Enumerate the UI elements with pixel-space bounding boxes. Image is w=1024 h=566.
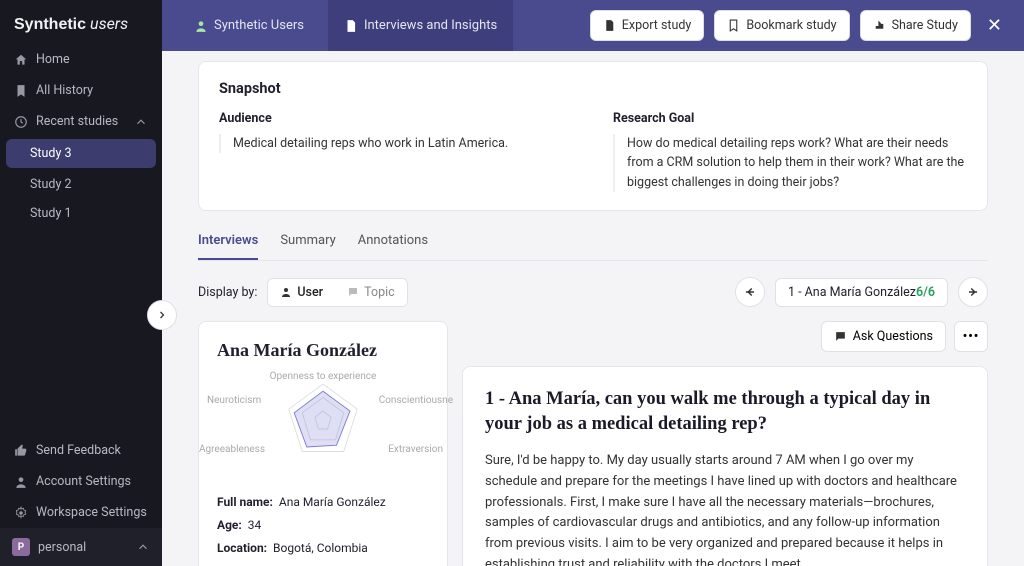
nav-feedback[interactable]: Send Feedback bbox=[0, 435, 162, 466]
interview-count: 6/6 bbox=[916, 285, 935, 300]
content-scroll[interactable]: Snapshot Audience Medical detailing reps… bbox=[162, 51, 1024, 566]
users-icon bbox=[194, 19, 208, 33]
trait-a: Agreeableness bbox=[199, 444, 265, 455]
chat-icon bbox=[347, 286, 359, 298]
display-topic-button[interactable]: Topic bbox=[335, 279, 407, 306]
snapshot-card: Snapshot Audience Medical detailing reps… bbox=[198, 61, 988, 211]
home-icon bbox=[14, 53, 28, 67]
thumbs-up-icon bbox=[14, 444, 28, 458]
profile-details: Full name: Ana María González Age: 34 Lo… bbox=[217, 491, 429, 566]
fullname-val: Ana María González bbox=[279, 495, 386, 509]
workspace-switcher[interactable]: P personal bbox=[0, 528, 162, 566]
bookmark-label: Bookmark study bbox=[746, 18, 836, 33]
goal-text: How do medical detailing reps work? What… bbox=[613, 134, 967, 192]
trait-o: Openness to experience bbox=[270, 371, 377, 382]
bookmark-icon bbox=[14, 84, 28, 98]
audience-text: Medical detailing reps who work in Latin… bbox=[219, 134, 573, 153]
interview-toolbar: Display by: User Topic bbox=[198, 277, 988, 307]
bookmark-button[interactable]: Bookmark study bbox=[714, 10, 849, 41]
chevron-up-icon bbox=[136, 540, 150, 554]
close-button[interactable]: ✕ bbox=[981, 15, 1008, 36]
nav-recent[interactable]: Recent studies bbox=[0, 106, 162, 137]
personality-radar: Openness to experience Conscientiousne E… bbox=[217, 375, 429, 475]
detail-tabs: Interviews Summary Annotations bbox=[198, 233, 988, 261]
arrow-right-icon bbox=[966, 285, 980, 299]
tab-interviews-sub[interactable]: Interviews bbox=[198, 233, 258, 260]
share-label: Share Study bbox=[892, 18, 958, 33]
tab-synthetic-users[interactable]: Synthetic Users bbox=[178, 0, 320, 51]
ask-label: Ask Questions bbox=[853, 329, 933, 344]
trait-n: Neuroticism bbox=[207, 395, 261, 406]
display-topic-label: Topic bbox=[364, 285, 395, 300]
display-user-button[interactable]: User bbox=[268, 279, 335, 306]
more-options-button[interactable]: ••• bbox=[954, 321, 988, 352]
share-icon bbox=[873, 19, 886, 32]
user-icon bbox=[280, 286, 292, 298]
nav-feedback-label: Send Feedback bbox=[36, 443, 121, 458]
next-interview-button[interactable] bbox=[958, 277, 988, 307]
question-title: 1 - Ana María, can you walk me through a… bbox=[485, 387, 965, 437]
chevron-up-icon bbox=[134, 115, 148, 129]
audience-heading: Audience bbox=[219, 111, 573, 126]
gear-icon bbox=[14, 506, 28, 520]
export-icon bbox=[603, 19, 616, 32]
nav-home[interactable]: Home bbox=[0, 44, 162, 75]
profile-name: Ana María González bbox=[217, 340, 429, 361]
display-by-label: Display by: bbox=[198, 285, 257, 300]
answer-p1: Sure, I'd be happy to. My day usually st… bbox=[485, 451, 965, 566]
trait-c: Conscientiousne bbox=[379, 395, 453, 406]
nav-history[interactable]: All History bbox=[0, 75, 162, 106]
age-val: 34 bbox=[248, 518, 262, 532]
interview-name: 1 - Ana María González bbox=[788, 285, 916, 300]
nav-recent-label: Recent studies bbox=[36, 114, 118, 129]
interview-indicator[interactable]: 1 - Ana María González6/6 bbox=[775, 278, 948, 307]
tab-users-label: Synthetic Users bbox=[214, 18, 304, 33]
export-button[interactable]: Export study bbox=[590, 10, 705, 41]
brand-logo: Synthetic users bbox=[0, 0, 162, 44]
chat-icon bbox=[834, 330, 847, 343]
arrow-left-icon bbox=[743, 285, 757, 299]
nav-account-label: Account Settings bbox=[36, 474, 131, 489]
document-icon bbox=[344, 19, 358, 33]
nav-workspace[interactable]: Workspace Settings bbox=[0, 497, 162, 528]
user-icon bbox=[14, 475, 28, 489]
nav-home-label: Home bbox=[36, 52, 70, 67]
nav-workspace-label: Workspace Settings bbox=[36, 505, 147, 520]
trait-e: Extraversion bbox=[388, 444, 443, 455]
radar-chart bbox=[278, 375, 368, 465]
study-item-2[interactable]: Study 2 bbox=[0, 170, 162, 199]
location-key: Location: bbox=[217, 541, 267, 555]
fullname-key: Full name: bbox=[217, 495, 273, 509]
workspace-badge: P bbox=[12, 538, 30, 556]
display-toggle: User Topic bbox=[267, 278, 407, 307]
tab-interviews[interactable]: Interviews and Insights bbox=[328, 0, 513, 51]
chevron-right-icon bbox=[156, 309, 168, 321]
tab-annotations-sub[interactable]: Annotations bbox=[358, 233, 428, 260]
age-key: Age: bbox=[217, 518, 242, 532]
profile-card: Ana María González Openness to experienc… bbox=[198, 321, 448, 566]
display-user-label: User bbox=[297, 285, 323, 300]
bookmark-icon bbox=[727, 19, 740, 32]
ask-questions-button[interactable]: Ask Questions bbox=[821, 321, 946, 352]
snapshot-title: Snapshot bbox=[219, 80, 967, 97]
workspace-name: personal bbox=[38, 540, 86, 555]
export-label: Export study bbox=[622, 18, 692, 33]
dots-icon: ••• bbox=[963, 329, 979, 344]
clock-icon bbox=[14, 115, 28, 129]
location-val: Bogotá, Colombia bbox=[273, 541, 368, 555]
goal-heading: Research Goal bbox=[613, 111, 967, 126]
topbar: Synthetic Users Interviews and Insights … bbox=[162, 0, 1024, 51]
tab-summary-sub[interactable]: Summary bbox=[280, 233, 335, 260]
interview-transcript: 1 - Ana María, can you walk me through a… bbox=[462, 366, 988, 566]
tab-interviews-label: Interviews and Insights bbox=[364, 18, 497, 33]
main-area: Synthetic Users Interviews and Insights … bbox=[162, 0, 1024, 566]
study-item-3[interactable]: Study 3 bbox=[6, 139, 156, 168]
study-item-1[interactable]: Study 1 bbox=[0, 199, 162, 228]
prev-interview-button[interactable] bbox=[735, 277, 765, 307]
share-button[interactable]: Share Study bbox=[860, 10, 971, 41]
sidebar-collapse-button[interactable] bbox=[147, 300, 177, 330]
sidebar: Synthetic users Home All History Recent … bbox=[0, 0, 162, 566]
nav-history-label: All History bbox=[36, 83, 93, 98]
nav-account[interactable]: Account Settings bbox=[0, 466, 162, 497]
